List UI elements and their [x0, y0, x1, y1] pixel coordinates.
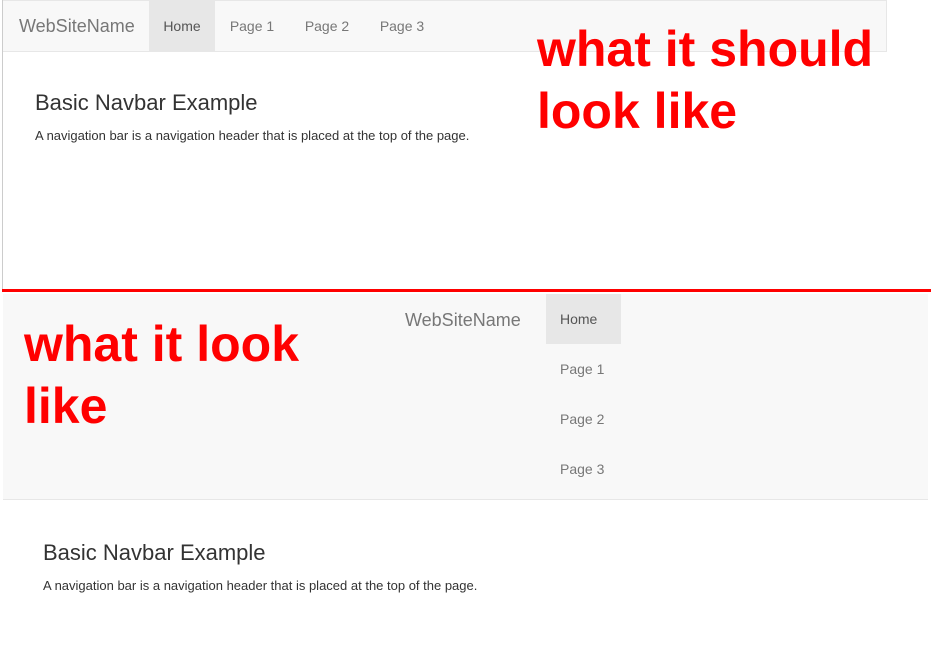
page-heading: Basic Navbar Example: [43, 540, 266, 565]
nav-item-page-2[interactable]: Page 2: [289, 1, 365, 51]
annotation-actual: what it look like: [24, 316, 299, 434]
brand-link[interactable]: WebSiteName: [405, 294, 521, 346]
page-description: A navigation bar is a navigation header …: [43, 578, 478, 593]
red-divider-line: [2, 289, 931, 292]
nav-item-page-1[interactable]: Page 1: [215, 1, 289, 51]
nav-item-page-3[interactable]: Page 3: [546, 444, 621, 494]
nav-item-page-3[interactable]: Page 3: [365, 1, 439, 51]
brand-link[interactable]: WebSiteName: [19, 1, 135, 51]
nav-item-home[interactable]: Home: [546, 294, 621, 344]
page-description: A navigation bar is a navigation header …: [35, 128, 470, 143]
annotation-expected: what it should look like: [537, 21, 874, 139]
page-content: Basic Navbar Example A navigation bar is…: [43, 540, 477, 593]
page-heading: Basic Navbar Example: [35, 90, 258, 115]
nav-item-home[interactable]: Home: [149, 1, 215, 51]
nav-item-page-1[interactable]: Page 1: [546, 344, 621, 394]
page-content: Basic Navbar Example A navigation bar is…: [35, 90, 469, 143]
nav-item-page-2[interactable]: Page 2: [546, 394, 621, 444]
